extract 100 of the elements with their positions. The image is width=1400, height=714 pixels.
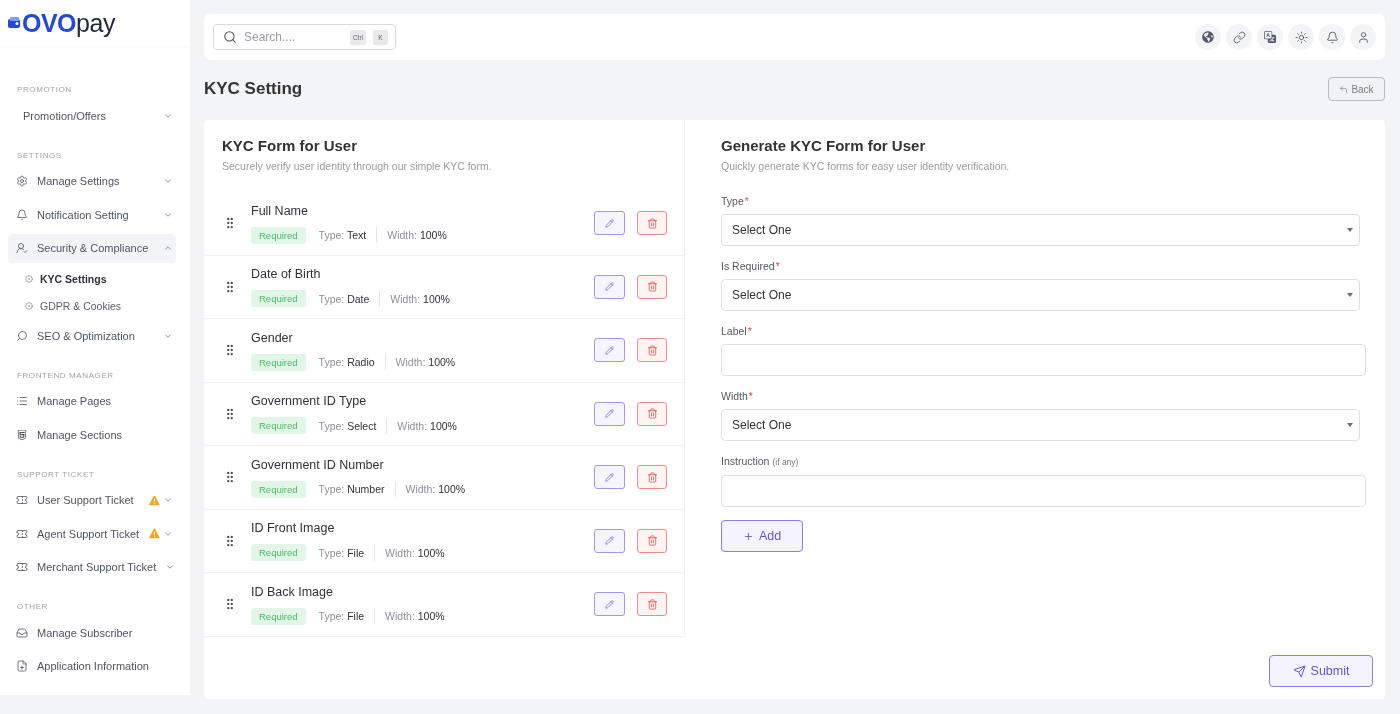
field-type: Type: File xyxy=(318,610,365,623)
trash-icon xyxy=(646,217,658,229)
field-name: Government ID Type xyxy=(251,393,368,410)
nav-item[interactable]: Manage Settings xyxy=(8,166,176,196)
translate-icon[interactable] xyxy=(1257,24,1283,50)
panel-title: KYC Form for User xyxy=(222,137,359,155)
section-heading: PROMOTION xyxy=(16,84,73,96)
nav-subitem[interactable]: KYC Settings xyxy=(8,267,176,290)
panel-title: Generate KYC Form for User xyxy=(721,137,927,155)
section-heading: SETTINGS xyxy=(16,149,63,162)
dot-circle-icon xyxy=(25,274,33,283)
field-width: Width: 100% xyxy=(385,610,445,623)
search-input[interactable]: Search.... xyxy=(244,30,343,44)
send-icon xyxy=(1292,664,1306,678)
field-width: Width: 100% xyxy=(405,483,466,496)
bell-icon xyxy=(16,208,28,221)
select-field[interactable]: Select One xyxy=(721,409,1360,441)
logo-text[interactable]: OVOpay xyxy=(22,8,115,38)
nav-item[interactable]: Merchant Support Ticket xyxy=(8,552,176,582)
field-width: Width: 100% xyxy=(395,356,456,369)
wallet-logo-icon xyxy=(8,17,21,29)
field-name: ID Back Image xyxy=(251,583,334,600)
pencil-icon xyxy=(605,282,614,292)
input-field[interactable] xyxy=(721,475,1366,507)
trash-icon xyxy=(646,344,658,356)
field-type: Type: File xyxy=(318,546,365,559)
trash-icon xyxy=(646,598,658,610)
list-icon xyxy=(16,395,28,407)
required-tag: Required xyxy=(251,417,306,435)
required-tag: Required xyxy=(251,544,306,562)
plus-icon xyxy=(742,530,754,542)
select-field[interactable]: Select One xyxy=(721,279,1360,311)
section-heading: FRONTEND MANAGER xyxy=(16,369,115,382)
ticket-icon xyxy=(16,527,28,540)
section-heading: SUPPORT TICKET xyxy=(16,468,96,481)
pencil-icon xyxy=(605,409,614,419)
nav-item[interactable]: SEO & Optimization xyxy=(8,321,176,350)
nav-item[interactable]: Agent Support Ticket xyxy=(8,519,176,548)
field-type: Type: Text xyxy=(318,229,367,242)
sun-icon[interactable] xyxy=(1288,24,1314,50)
edit-button[interactable] xyxy=(594,401,625,426)
link-icon[interactable] xyxy=(1226,24,1252,50)
delete-button[interactable] xyxy=(637,211,667,236)
inbox-icon xyxy=(16,626,28,639)
delete-button[interactable] xyxy=(637,401,667,426)
edit-button[interactable] xyxy=(594,528,625,553)
input-field[interactable] xyxy=(721,344,1366,376)
nav-item[interactable]: Notification Setting xyxy=(8,200,176,229)
nav-item[interactable]: Promotion/Offers xyxy=(8,101,176,130)
caret-icon xyxy=(1347,293,1353,297)
field-width: Width: 100% xyxy=(390,292,450,305)
return-arrow-icon xyxy=(1339,84,1349,94)
delete-button[interactable] xyxy=(637,592,667,617)
edit-button[interactable] xyxy=(594,274,625,299)
search-icon xyxy=(16,329,28,342)
edit-button[interactable] xyxy=(594,465,625,490)
field-name: Government ID Number xyxy=(251,456,385,473)
field-label: Label* xyxy=(721,324,753,338)
field-label: Is Required* xyxy=(721,259,781,273)
delete-button[interactable] xyxy=(637,465,667,490)
field-name: Gender xyxy=(251,329,294,346)
required-tag: Required xyxy=(251,480,306,498)
nav-item[interactable]: Manage Sections xyxy=(8,420,176,449)
caret-icon xyxy=(1347,423,1353,427)
bell-icon[interactable] xyxy=(1319,24,1345,50)
nav-item[interactable]: Security & Compliance xyxy=(8,233,176,263)
delete-button[interactable] xyxy=(637,338,667,363)
user-icon[interactable] xyxy=(1350,24,1376,50)
field-name: Full Name xyxy=(251,202,309,219)
edit-button[interactable] xyxy=(594,338,625,363)
file-plus-icon xyxy=(16,660,28,672)
delete-button[interactable] xyxy=(637,528,667,553)
pencil-icon xyxy=(605,218,614,228)
trash-icon xyxy=(646,281,658,293)
nav-item[interactable]: Manage Pages xyxy=(8,386,176,416)
add-button[interactable]: Add xyxy=(721,520,803,552)
user-check-icon xyxy=(16,242,28,254)
nav-item[interactable]: Manage Subscriber xyxy=(8,618,176,647)
required-tag: Required xyxy=(251,226,306,244)
select-field[interactable]: Select One xyxy=(721,214,1360,246)
trash-icon xyxy=(646,471,658,483)
back-button[interactable]: Back xyxy=(1328,77,1385,101)
search-icon xyxy=(223,30,237,44)
field-type: Type: Number xyxy=(318,483,385,496)
nav-item[interactable]: Application Information xyxy=(8,651,176,681)
edit-button[interactable] xyxy=(594,211,625,236)
edit-button[interactable] xyxy=(594,592,625,617)
field-type: Type: Date xyxy=(318,292,370,305)
required-tag: Required xyxy=(251,607,306,625)
trash-icon xyxy=(646,535,658,547)
nav-subitem[interactable]: GDPR & Cookies xyxy=(8,294,176,317)
field-width: Width: 100% xyxy=(385,546,445,559)
nav-item[interactable]: User Support Ticket xyxy=(8,485,176,515)
field-name: Date of Birth xyxy=(251,266,322,283)
field-type: Type: Select xyxy=(318,419,377,432)
shield-icon xyxy=(16,428,28,441)
globe-icon[interactable] xyxy=(1195,24,1221,50)
panel-subtitle: Securely verify user identity through our simple KYC form. xyxy=(222,159,493,173)
delete-button[interactable] xyxy=(637,274,667,299)
submit-button[interactable]: Submit xyxy=(1269,655,1373,687)
